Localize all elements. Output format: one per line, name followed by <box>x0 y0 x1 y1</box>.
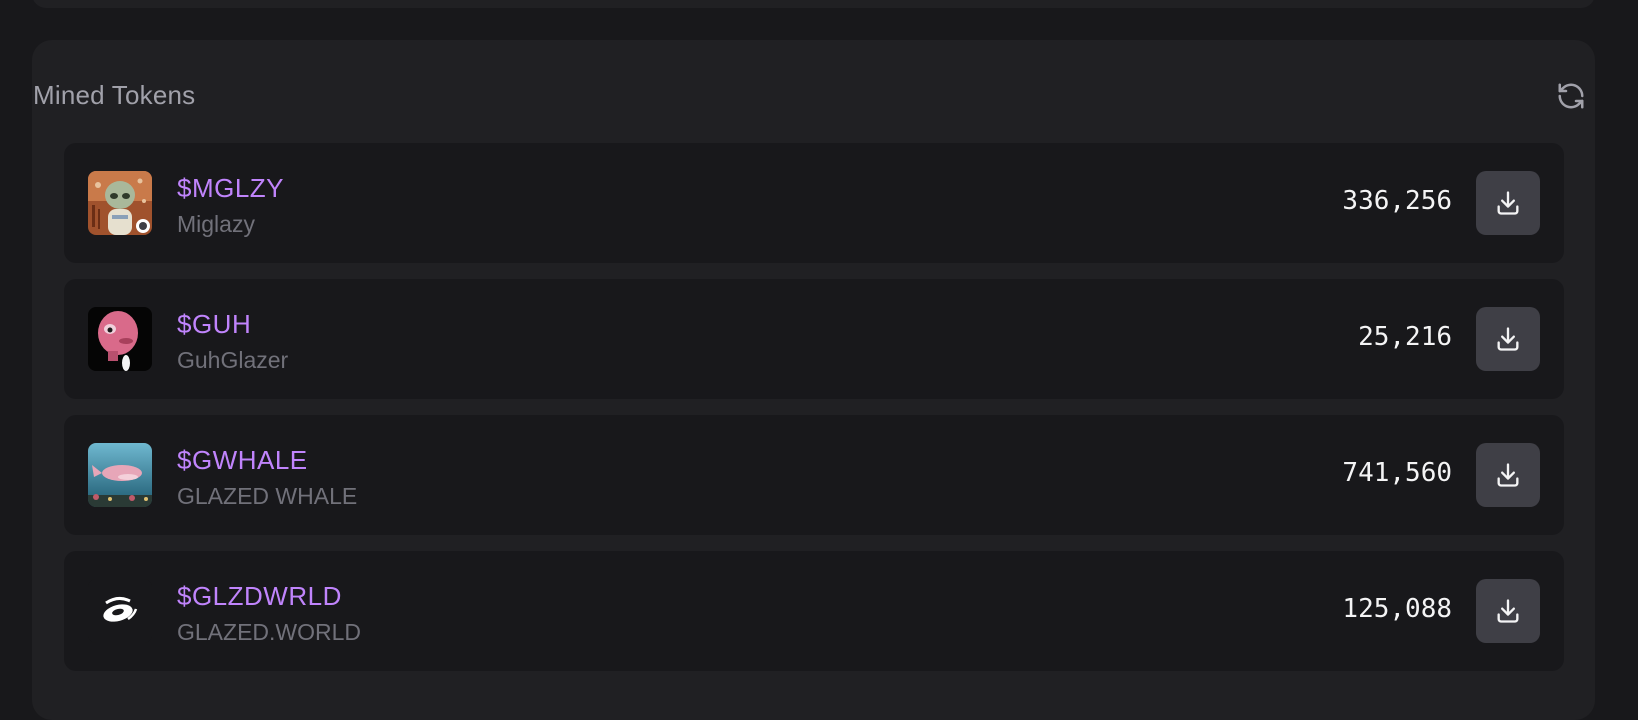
token-amount: 25,216 <box>1358 322 1452 352</box>
token-name: GuhGlazer <box>177 347 289 373</box>
token-symbol: $GLZDWRLD <box>177 581 342 611</box>
claim-button[interactable] <box>1476 443 1540 507</box>
download-icon <box>1497 191 1519 215</box>
token-amount: 336,256 <box>1342 186 1452 216</box>
token-symbol: $GWHALE <box>177 445 308 475</box>
guhglazer-avatar <box>88 307 152 371</box>
token-name: GLAZED WHALE <box>177 483 358 509</box>
glazed-whale-avatar <box>88 443 152 507</box>
download-icon <box>1497 599 1519 623</box>
token-list: $MGLZY Miglazy 336,256 $GUH GuhGlazer 25… <box>64 143 1564 687</box>
previous-card <box>32 0 1595 8</box>
token-name: Miglazy <box>177 211 255 237</box>
refresh-button[interactable] <box>1554 79 1588 113</box>
token-symbol: $GUH <box>177 309 252 339</box>
token-symbol: $MGLZY <box>177 173 285 203</box>
token-amount: 125,088 <box>1342 594 1452 624</box>
refresh-icon <box>1558 83 1584 109</box>
token-row: $MGLZY Miglazy 336,256 <box>64 143 1564 263</box>
download-icon <box>1497 327 1519 351</box>
token-row: $GWHALE GLAZED WHALE 741,560 <box>64 415 1564 535</box>
token-row: $GLZDWRLD GLAZED.WORLD 125,088 <box>64 551 1564 671</box>
claim-button[interactable] <box>1476 171 1540 235</box>
glazed-world-avatar <box>88 579 152 643</box>
claim-button[interactable] <box>1476 579 1540 643</box>
token-row: $GUH GuhGlazer 25,216 <box>64 279 1564 399</box>
panel-header: Mined Tokens <box>33 75 1638 115</box>
panel-title: Mined Tokens <box>33 80 196 110</box>
token-amount: 741,560 <box>1342 458 1452 488</box>
claim-button[interactable] <box>1476 307 1540 371</box>
download-icon <box>1497 463 1519 487</box>
miglazy-avatar <box>88 171 152 235</box>
token-name: GLAZED.WORLD <box>177 619 362 645</box>
